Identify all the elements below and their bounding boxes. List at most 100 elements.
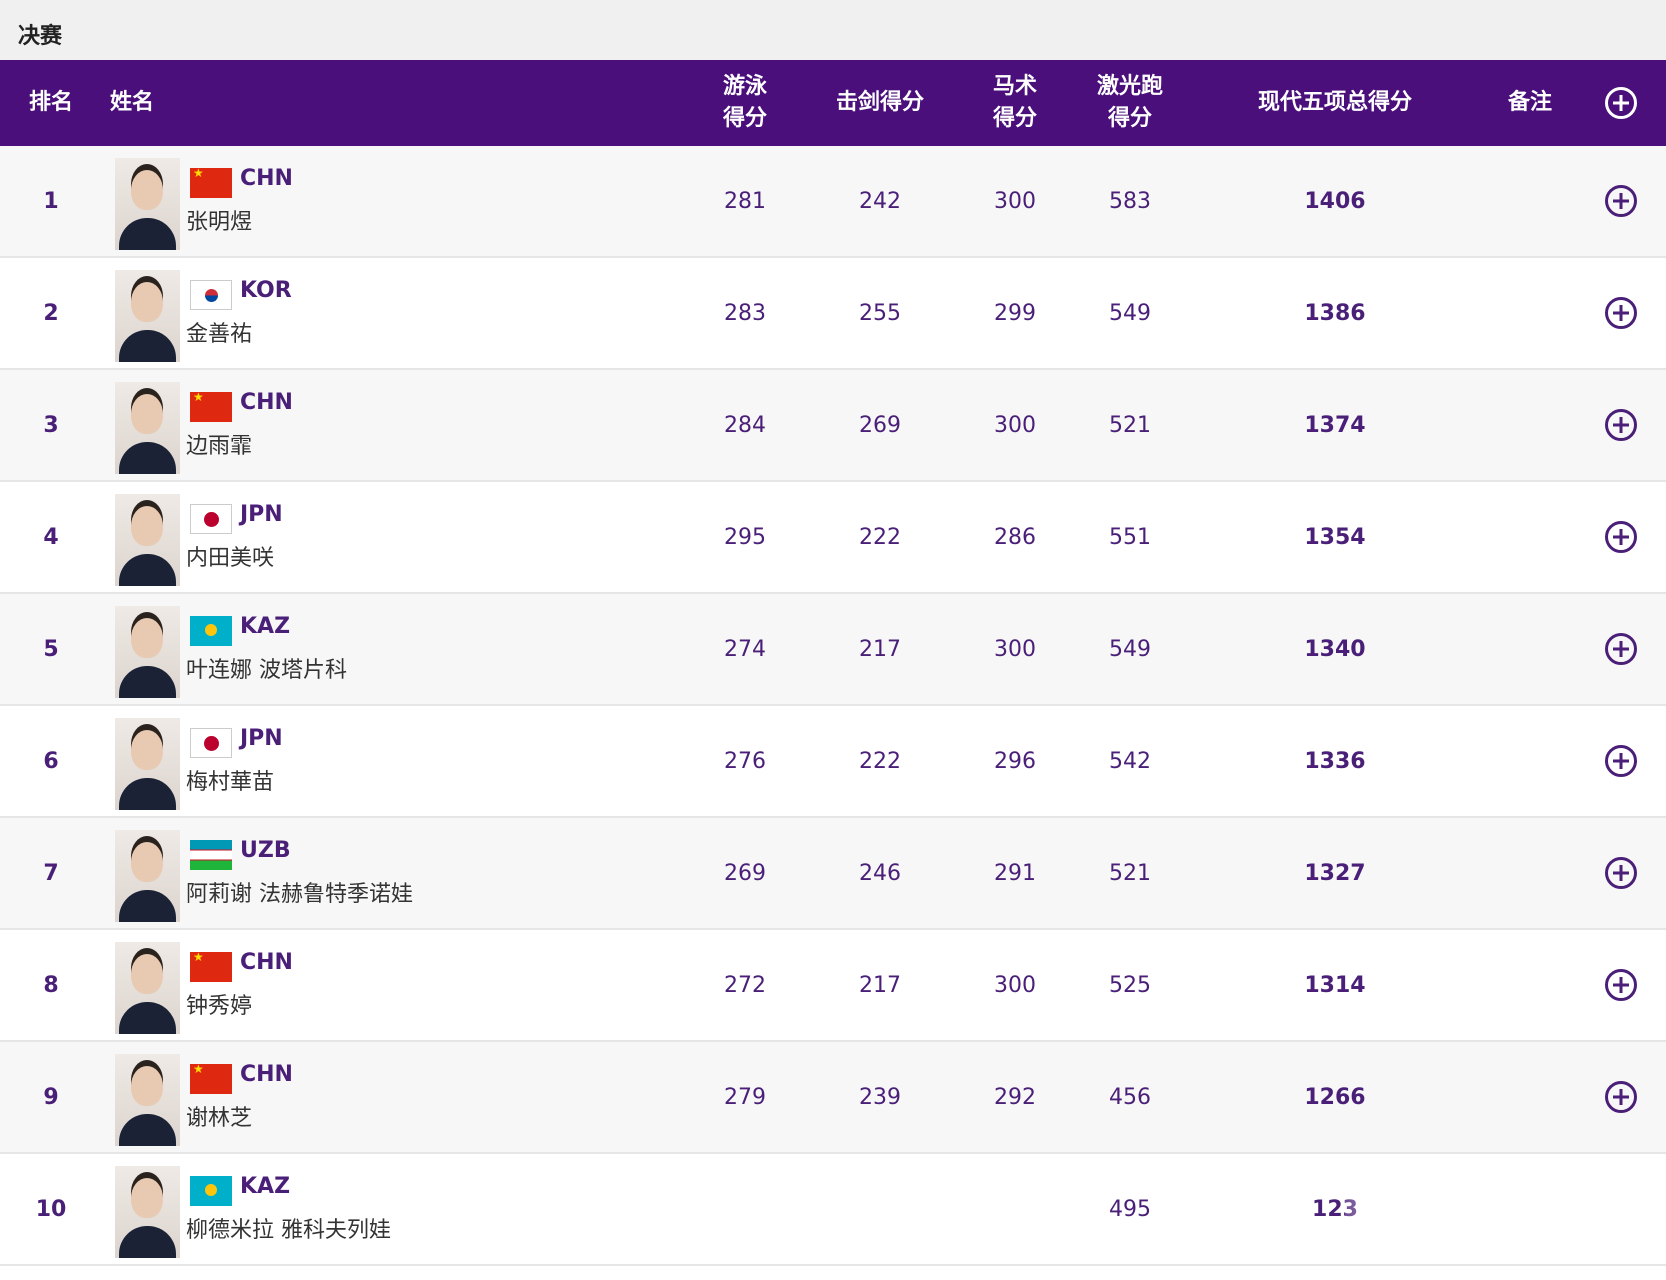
rank: 7 [43, 860, 59, 886]
athlete-name: 边雨霏 [186, 434, 253, 459]
country-code: KAZ [240, 1174, 291, 1199]
swim-score: 276 [724, 748, 766, 774]
riding-score: 300 [994, 188, 1036, 214]
plus-circle-icon [1605, 745, 1637, 777]
plus-circle-icon [1605, 633, 1637, 665]
fencing-score: 222 [859, 524, 901, 550]
country-code: CHN [240, 390, 293, 415]
laser-run-score: 549 [1109, 300, 1151, 326]
fencing-score: 217 [859, 636, 901, 662]
riding-score: 291 [994, 860, 1036, 886]
swim-score: 295 [724, 524, 766, 550]
plus-circle-icon [1605, 185, 1637, 217]
riding-score: 299 [994, 300, 1036, 326]
table-row: 3 CHN 边雨霏 284 269 300 521 1374 [0, 370, 1666, 482]
table-row: 7 UZB 阿莉谢 法赫鲁特季诺娃 269 246 291 521 1327 [0, 818, 1666, 930]
results-table: 1 CHN 张明煜 281 242 300 583 1406 2 KOR 金善祐… [0, 146, 1666, 1266]
expand-row-button[interactable] [1596, 930, 1646, 1040]
athlete-photo [115, 382, 180, 474]
swim-score: 269 [724, 860, 766, 886]
country-code: KOR [240, 278, 292, 303]
swim-score: 284 [724, 412, 766, 438]
flag-icon [190, 504, 232, 534]
flag-icon [190, 392, 232, 422]
athlete-name: 金善祐 [186, 322, 253, 347]
athlete-name: 柳德米拉 雅科夫列娃 [186, 1218, 391, 1243]
rank: 1 [43, 188, 59, 214]
laser-run-score: 583 [1109, 188, 1151, 214]
expand-row-button[interactable] [1596, 146, 1646, 256]
total-score: 1406 [1304, 188, 1366, 214]
section-title: 决赛 [18, 24, 63, 49]
flag-icon [190, 840, 232, 870]
fencing-score: 242 [859, 188, 901, 214]
expand-row-button[interactable] [1596, 818, 1646, 928]
table-row: 1 CHN 张明煜 281 242 300 583 1406 [0, 146, 1666, 258]
athlete-name: 梅村華苗 [186, 770, 275, 795]
table-row: 5 KAZ 叶连娜 波塔片科 274 217 300 549 1340 [0, 594, 1666, 706]
plus-circle-icon [1605, 521, 1637, 553]
swim-score [690, 1154, 800, 1264]
total-score: 1386 [1304, 300, 1366, 326]
section-header: 决赛 [0, 0, 1666, 61]
col-swim: 游泳 得分 [722, 74, 767, 131]
flag-icon [190, 280, 232, 310]
expand-row-button[interactable] [1596, 258, 1646, 368]
expand-row-button[interactable] [1596, 706, 1646, 816]
expand-row-button[interactable] [1596, 594, 1646, 704]
total-score: 1266 [1304, 1084, 1366, 1110]
rank: 4 [43, 524, 59, 550]
athlete-photo [115, 942, 180, 1034]
plus-circle-icon [1605, 857, 1637, 889]
flag-icon [190, 728, 232, 758]
laser-run-score: 525 [1109, 972, 1151, 998]
fencing-score: 246 [859, 860, 901, 886]
results-page: 决赛 排名 姓名 游泳 得分 击剑得分 马术 得分 激光跑 得分 现代五项总得分… [0, 0, 1666, 1280]
country-code: CHN [240, 1062, 293, 1087]
rank: 8 [43, 972, 59, 998]
rank: 6 [43, 748, 59, 774]
expand-row-button[interactable] [1596, 370, 1646, 480]
expand-row-button[interactable] [1596, 482, 1646, 592]
swim-score: 279 [724, 1084, 766, 1110]
rank: 10 [35, 1196, 67, 1222]
laser-run-score: 521 [1109, 860, 1151, 886]
flag-icon [190, 1176, 232, 1206]
country-code: JPN [240, 726, 283, 751]
fencing-score: 269 [859, 412, 901, 438]
riding-score: 292 [994, 1084, 1036, 1110]
athlete-photo [115, 1054, 180, 1146]
expand-row-button[interactable] [1596, 1042, 1646, 1152]
athlete-name: 谢林芝 [186, 1106, 253, 1131]
swim-score: 274 [724, 636, 766, 662]
laser-run-score: 456 [1109, 1084, 1151, 1110]
table-row: 8 CHN 钟秀婷 272 217 300 525 1314 [0, 930, 1666, 1042]
country-code: UZB [240, 838, 291, 863]
flag-icon [190, 616, 232, 646]
expand-all-button[interactable] [1596, 60, 1646, 146]
country-code: JPN [240, 502, 283, 527]
col-rank: 排名 [28, 90, 73, 115]
riding-score [955, 1154, 1075, 1264]
fencing-score [820, 1154, 940, 1264]
country-code: CHN [240, 950, 293, 975]
total-score: 1336 [1304, 748, 1366, 774]
swim-score: 281 [724, 188, 766, 214]
total-score: 1327 [1304, 860, 1366, 886]
image-fade-overlay [1345, 1190, 1585, 1254]
plus-circle-icon [1605, 297, 1637, 329]
col-fence: 击剑得分 [835, 90, 924, 115]
swim-score: 272 [724, 972, 766, 998]
laser-run-score: 549 [1109, 636, 1151, 662]
flag-icon [190, 1064, 232, 1094]
athlete-name: 钟秀婷 [186, 994, 253, 1019]
athlete-photo [115, 718, 180, 810]
col-horse: 马术 得分 [992, 74, 1037, 131]
flag-icon [190, 952, 232, 982]
total-score: 1314 [1304, 972, 1366, 998]
athlete-name: 叶连娜 波塔片科 [186, 658, 347, 683]
table-row: 6 JPN 梅村華苗 276 222 296 542 1336 [0, 706, 1666, 818]
rank: 2 [43, 300, 59, 326]
fencing-score: 222 [859, 748, 901, 774]
rank: 3 [43, 412, 59, 438]
